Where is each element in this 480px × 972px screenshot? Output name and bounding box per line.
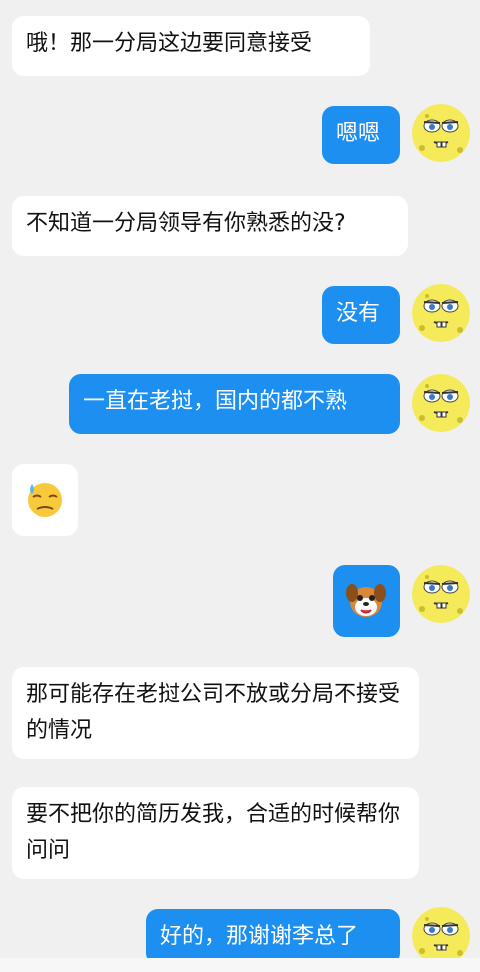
message-bubble[interactable]: 好的，那谢谢李总了 <box>146 909 400 965</box>
spongebob-avatar-icon[interactable] <box>412 284 470 342</box>
dog-sticker-icon <box>346 584 386 617</box>
message-bubble[interactable]: 不知道一分局领导有你熟悉的没? <box>12 196 408 256</box>
message-bubble[interactable]: 那可能存在老挝公司不放或分局不接受的情况 <box>12 667 419 759</box>
message-text: 一直在老挝，国内的都不熟 <box>83 389 348 414</box>
message-bubble[interactable]: 嗯嗯 <box>322 106 400 164</box>
spongebob-avatar-icon[interactable] <box>412 565 470 623</box>
emoji-message-bubble[interactable] <box>12 464 78 536</box>
spongebob-avatar-icon[interactable] <box>412 374 470 432</box>
message-bubble[interactable]: 一直在老挝，国内的都不熟 <box>69 374 400 434</box>
message-bubble[interactable]: 哦！那一分局这边要同意接受 <box>12 16 370 76</box>
spongebob-avatar-icon[interactable] <box>412 104 470 162</box>
message-text: 那可能存在老挝公司不放或分局不接受的情况 <box>26 682 401 743</box>
message-bubble[interactable]: 没有 <box>322 286 400 344</box>
message-bubble[interactable]: 要不把你的简历发我，合适的时候帮你问问 <box>12 787 419 879</box>
spongebob-avatar-icon[interactable] <box>412 907 470 965</box>
sweat-face-icon <box>28 483 62 517</box>
sticker-message-bubble[interactable] <box>333 565 400 637</box>
message-text: 要不把你的简历发我，合适的时候帮你问问 <box>26 802 401 863</box>
message-text: 没有 <box>336 301 381 326</box>
message-text: 嗯嗯 <box>336 121 381 146</box>
message-text: 哦！那一分局这边要同意接受 <box>26 31 313 56</box>
message-text: 不知道一分局领导有你熟悉的没? <box>26 211 346 236</box>
message-text: 好的，那谢谢李总了 <box>160 924 359 949</box>
bottom-edge <box>0 958 480 972</box>
